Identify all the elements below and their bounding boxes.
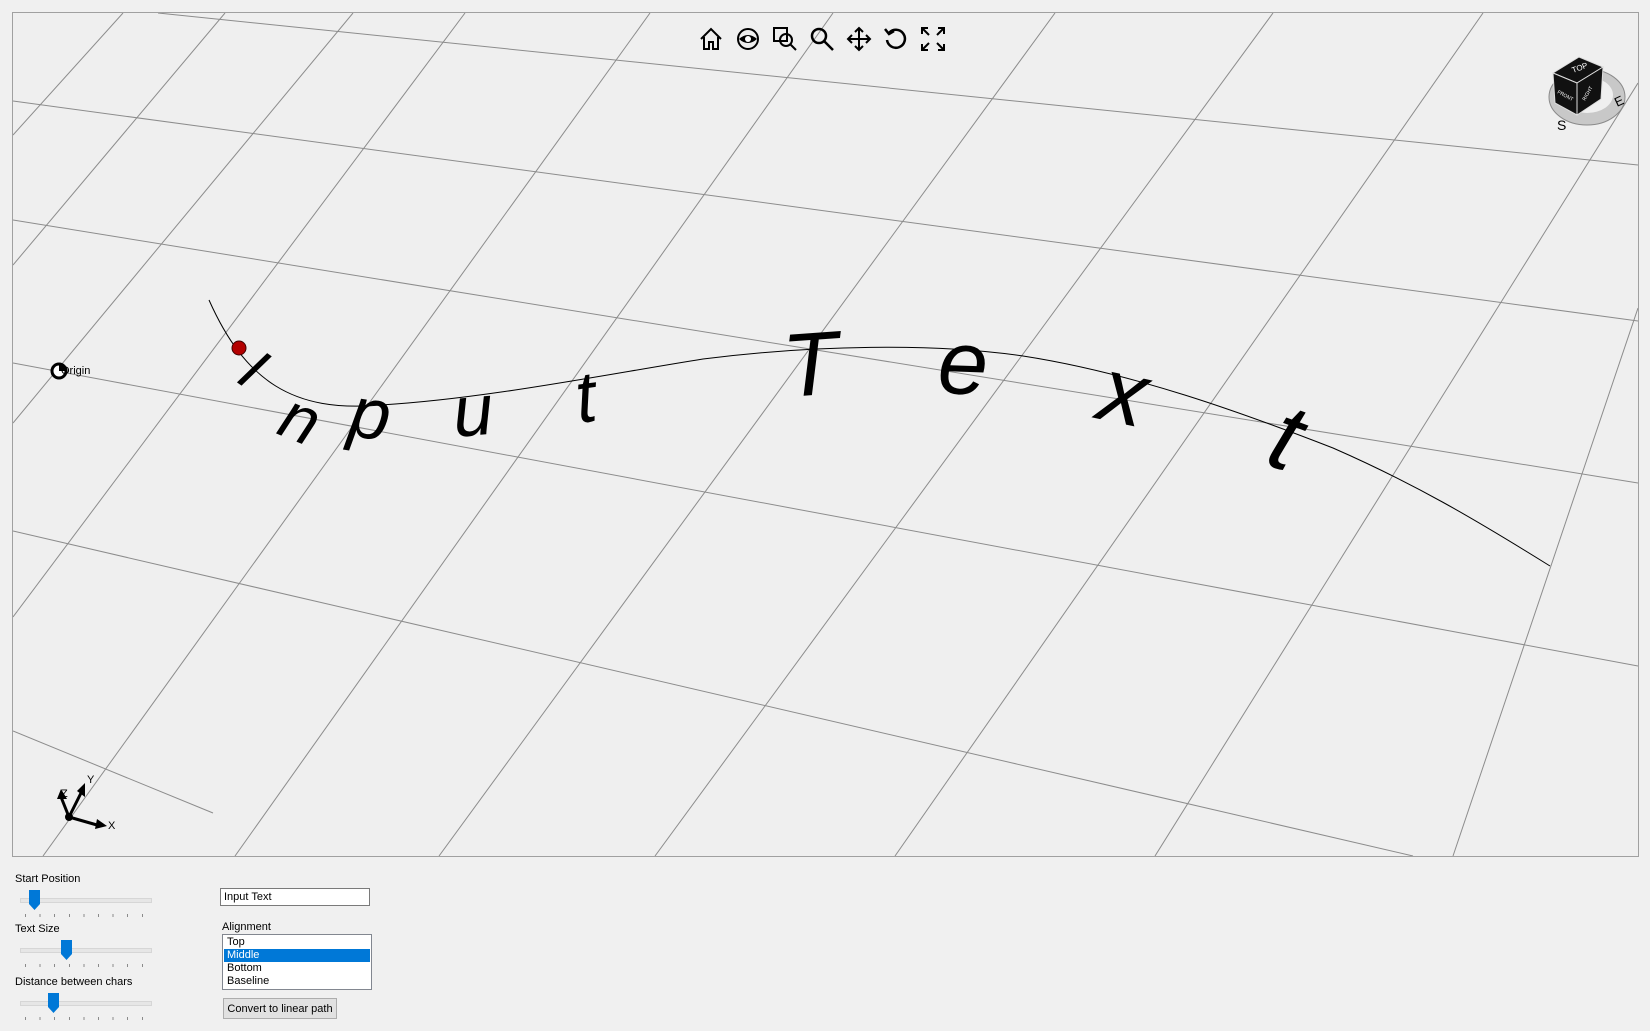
alignment-option-top[interactable]: Top	[224, 936, 370, 949]
alignment-label: Alignment	[222, 921, 271, 933]
glyph-p: p	[343, 371, 397, 457]
compass-south-label: S	[1557, 117, 1566, 133]
glyph-t1: t	[570, 356, 604, 438]
origin-label: Origin	[61, 365, 91, 377]
path-start-handle[interactable]	[231, 340, 247, 356]
text-size-label: Text Size	[15, 923, 60, 935]
start-position-slider[interactable]	[16, 888, 156, 917]
x-axis-arrow	[68, 815, 98, 827]
alignment-option-baseline[interactable]: Baseline	[224, 975, 370, 988]
alignment-listbox[interactable]: Top Middle Bottom Baseline	[222, 934, 372, 990]
view-button[interactable]	[734, 24, 762, 54]
slider-thumb[interactable]	[48, 993, 59, 1013]
glyph-n: n	[270, 377, 332, 459]
move-arrows-icon	[846, 26, 872, 52]
slider-ticks	[25, 914, 147, 917]
text-path-curve[interactable]	[208, 299, 1551, 567]
rotate-button[interactable]	[882, 24, 910, 54]
eye-icon	[737, 28, 759, 50]
glyph-T: T	[779, 313, 847, 417]
navigation-cube[interactable]: TOP FRONT RIGHT S E	[1543, 41, 1633, 137]
zoom-extents-button[interactable]	[919, 24, 947, 54]
axis-triad: X Y Z	[47, 767, 127, 837]
convert-to-linear-path-button[interactable]: Convert to linear path	[223, 998, 337, 1019]
slider-ticks	[25, 1017, 147, 1020]
3d-viewport[interactable]: I n p u t T e x t Origin TOP FRONT RIGHT…	[12, 12, 1639, 857]
text-size-slider[interactable]	[16, 938, 156, 967]
slider-thumb[interactable]	[61, 940, 72, 960]
x-axis-label: X	[108, 820, 116, 832]
fullscreen-icon	[921, 27, 945, 51]
z-axis-label: Z	[61, 788, 68, 800]
slider-thumb[interactable]	[29, 890, 40, 910]
char-distance-slider[interactable]	[16, 991, 156, 1020]
y-axis-arrow	[67, 792, 83, 818]
y-axis-label: Y	[87, 774, 95, 786]
scene-canvas[interactable]: I n p u t T e x t	[13, 13, 1638, 856]
pan-button[interactable]	[845, 24, 873, 54]
slider-ticks	[25, 964, 147, 967]
zoom-window-button[interactable]	[771, 24, 799, 54]
start-position-label: Start Position	[15, 873, 81, 885]
home-button[interactable]	[697, 24, 725, 54]
glyph-e: e	[936, 313, 990, 415]
glyph-x: x	[1087, 337, 1160, 448]
glyph-t2: t	[1256, 382, 1321, 493]
rotate-icon	[884, 28, 907, 49]
glyph-u: u	[449, 370, 496, 453]
magnifier-icon	[810, 27, 834, 51]
alignment-option-middle[interactable]: Middle	[224, 949, 370, 962]
zoom-button[interactable]	[808, 24, 836, 54]
zoom-window-icon	[773, 27, 797, 51]
path-text-input[interactable]	[220, 888, 370, 906]
home-icon	[700, 27, 722, 50]
ground-grid	[13, 13, 1638, 856]
alignment-option-bottom[interactable]: Bottom	[224, 962, 370, 975]
viewport-toolbar	[697, 21, 947, 57]
char-distance-label: Distance between chars	[15, 976, 133, 988]
path-text-glyphs: I n p u t T e x t	[228, 313, 1321, 493]
